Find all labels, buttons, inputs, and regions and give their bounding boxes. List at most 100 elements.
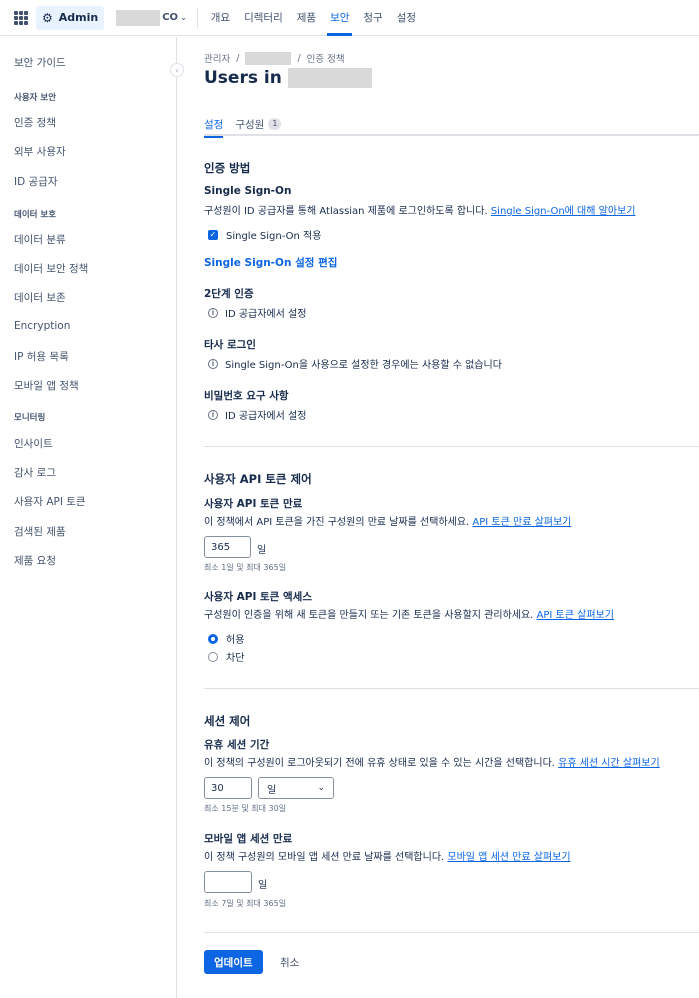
admin-home-button[interactable]: ⚙ Admin	[36, 5, 105, 30]
page-title-text: Users in	[204, 68, 282, 88]
api-access-allow-option: 허용	[208, 631, 244, 646]
tab-members[interactable]: 구성원 1	[235, 117, 282, 136]
nav-billing[interactable]: 청구	[356, 0, 389, 36]
chevron-down-icon: ⌄	[180, 13, 187, 22]
breadcrumb-auth-policies[interactable]: 인증 정책	[307, 51, 345, 65]
idle-session-link[interactable]: 유휴 세션 시간 살펴보기	[558, 758, 660, 769]
section-divider	[204, 932, 699, 933]
cancel-button[interactable]: 취소	[280, 955, 299, 970]
mobile-session-description: 이 정책 구성원의 모바일 앱 세션 만료 날짜를 선택합니다. 모바일 앱 세…	[204, 848, 571, 863]
twofa-info-text: ID 공급자에서 설정	[225, 309, 307, 320]
sso-edit-settings-link[interactable]: Single Sign-On 설정 편집	[204, 255, 337, 270]
breadcrumb-separator: /	[236, 52, 240, 64]
sidebar-item-audit-log[interactable]: 감사 로그	[14, 465, 56, 480]
tab-settings[interactable]: 설정	[204, 117, 224, 138]
breadcrumb: 관리자 / / 인증 정책	[204, 51, 345, 65]
members-count-badge: 1	[268, 118, 282, 130]
api-token-expiry-link[interactable]: API 토큰 만료 살펴보기	[472, 517, 571, 528]
api-token-access-link[interactable]: API 토큰 살펴보기	[537, 610, 614, 621]
third-party-login-info-text: Single Sign-On을 사용으로 설정한 경우에는 사용할 수 없습니다	[225, 360, 502, 371]
twofa-title: 2단계 인증	[204, 288, 254, 300]
idle-session-unit-value: 일	[267, 784, 277, 796]
sidebar-item-auth-policies[interactable]: 인증 정책	[14, 115, 56, 130]
redacted-org-crumb[interactable]	[245, 51, 292, 65]
collapse-sidebar-button[interactable]: ‹	[170, 63, 184, 77]
auth-methods-heading: 인증 방법	[204, 161, 251, 175]
idle-session-unit-select[interactable]: 일 ⌄	[258, 777, 334, 799]
sidebar: 보안 가이드 사용자 보안 인증 정책 외부 사용자 ID 공급자 데이터 보호…	[0, 37, 177, 998]
sso-learn-more-link[interactable]: Single Sign-On에 대해 알아보기	[491, 206, 636, 217]
api-token-expiry-help: 최소 1일 및 최대 365일	[204, 563, 287, 572]
mobile-session-help: 최소 7일 및 최대 365일	[204, 899, 287, 908]
redacted-policy-name	[287, 68, 372, 88]
org-name-suffix: CO	[162, 12, 179, 23]
api-access-block-label: 차단	[226, 653, 245, 664]
third-party-login-info: i Single Sign-On을 사용으로 설정한 경우에는 사용할 수 없습…	[208, 356, 502, 371]
main-nav: 개요 디렉터리 제품 보안 청구 설정	[204, 0, 423, 36]
mobile-session-title: 모바일 앱 세션 만료	[204, 833, 293, 845]
sidebar-item-security-guide[interactable]: 보안 가이드	[14, 55, 66, 70]
api-token-expiry-description-text: 이 정책에서 API 토큰을 가진 구성원의 만료 날짜를 선택하세요.	[204, 517, 470, 528]
admin-label: Admin	[58, 11, 99, 24]
mobile-session-input[interactable]	[204, 871, 252, 893]
chevron-left-icon: ‹	[175, 65, 179, 75]
sidebar-item-external-users[interactable]: 외부 사용자	[14, 144, 66, 159]
sidebar-item-data-security-policies[interactable]: 데이터 보안 정책	[14, 261, 88, 276]
idle-session-input[interactable]: 30	[204, 777, 252, 799]
sidebar-item-product-requests[interactable]: 제품 요청	[14, 553, 56, 568]
api-token-expiry-title: 사용자 API 토큰 만료	[204, 498, 303, 510]
nav-divider	[196, 7, 198, 28]
sidebar-item-data-retention[interactable]: 데이터 보존	[14, 290, 66, 305]
info-icon: i	[208, 358, 218, 369]
chevron-down-icon: ⌄	[317, 783, 325, 793]
third-party-login-title: 타사 로그인	[204, 339, 256, 351]
sidebar-item-mobile-app-policy[interactable]: 모바일 앱 정책	[14, 378, 79, 393]
sso-description: 구성원이 ID 공급자를 통해 Atlassian 제품에 로그인하도록 합니다…	[204, 202, 635, 217]
api-access-allow-label: 허용	[226, 635, 245, 646]
sidebar-item-discovered-products[interactable]: 검색된 제품	[14, 524, 66, 539]
breadcrumb-admin[interactable]: 관리자	[204, 51, 230, 65]
sidebar-item-insights[interactable]: 인사이트	[14, 436, 53, 451]
nav-security[interactable]: 보안	[323, 0, 356, 36]
api-token-expiry-unit: 일	[257, 545, 267, 556]
idle-session-description-text: 이 정책의 구성원이 로그아웃되기 전에 유휴 상태로 있을 수 있는 시간을 …	[204, 758, 555, 769]
sidebar-item-ip-allowlist[interactable]: IP 허용 목록	[14, 349, 69, 364]
organization-switcher[interactable]: CO ⌄	[116, 9, 187, 26]
sidebar-item-user-api-tokens[interactable]: 사용자 API 토큰	[14, 494, 86, 509]
api-access-block-radio[interactable]	[208, 651, 218, 662]
nav-overview[interactable]: 개요	[204, 0, 237, 36]
session-control-heading: 세션 제어	[204, 714, 251, 728]
update-button[interactable]: 업데이트	[204, 950, 263, 974]
tabs: 설정 구성원 1	[204, 117, 699, 138]
nav-products[interactable]: 제품	[290, 0, 323, 36]
page-title: Users in	[204, 68, 372, 88]
api-token-access-description-text: 구성원이 인증을 위해 새 토큰을 만들지 또는 기존 토큰을 사용할지 관리하…	[204, 610, 534, 621]
mobile-session-link[interactable]: 모바일 앱 세션 만료 살펴보기	[447, 852, 570, 863]
mobile-session-unit: 일	[258, 880, 268, 891]
nav-directory[interactable]: 디렉터리	[237, 0, 290, 36]
sidebar-item-encryption[interactable]: Encryption	[14, 320, 70, 332]
mobile-session-description-text: 이 정책 구성원의 모바일 앱 세션 만료 날짜를 선택합니다.	[204, 852, 445, 863]
section-divider	[204, 446, 699, 447]
info-icon: i	[208, 307, 218, 318]
sso-title: Single Sign-On	[204, 185, 292, 197]
api-token-control-heading: 사용자 API 토큰 제어	[204, 472, 312, 486]
app-switcher-icon[interactable]	[14, 10, 28, 25]
section-divider	[204, 688, 699, 689]
api-token-expiry-input[interactable]: 365	[204, 536, 251, 558]
sidebar-item-data-classification[interactable]: 데이터 분류	[14, 232, 66, 247]
nav-settings[interactable]: 설정	[390, 0, 423, 36]
idle-session-title: 유휴 세션 기간	[204, 739, 270, 751]
api-token-access-description: 구성원이 인증을 위해 새 토큰을 만들지 또는 기존 토큰을 사용할지 관리하…	[204, 606, 614, 621]
api-access-allow-radio[interactable]	[208, 633, 218, 644]
sso-description-text: 구성원이 ID 공급자를 통해 Atlassian 제품에 로그인하도록 합니다…	[204, 206, 488, 217]
api-access-block-option: 차단	[208, 649, 244, 664]
password-requirements-info-text: ID 공급자에서 설정	[225, 411, 307, 422]
sso-enforce-checkbox[interactable]: ✓	[208, 229, 218, 240]
sidebar-item-identity-providers[interactable]: ID 공급자	[14, 174, 58, 189]
sidebar-heading-monitoring: 모니터링	[14, 413, 46, 423]
top-navigation-bar: ⚙ Admin CO ⌄ 개요 디렉터리 제품 보안 청구 설정	[0, 0, 699, 36]
password-requirements-info: i ID 공급자에서 설정	[208, 407, 306, 422]
api-token-access-title: 사용자 API 토큰 액세스	[204, 591, 312, 603]
tab-members-label: 구성원	[235, 119, 265, 131]
